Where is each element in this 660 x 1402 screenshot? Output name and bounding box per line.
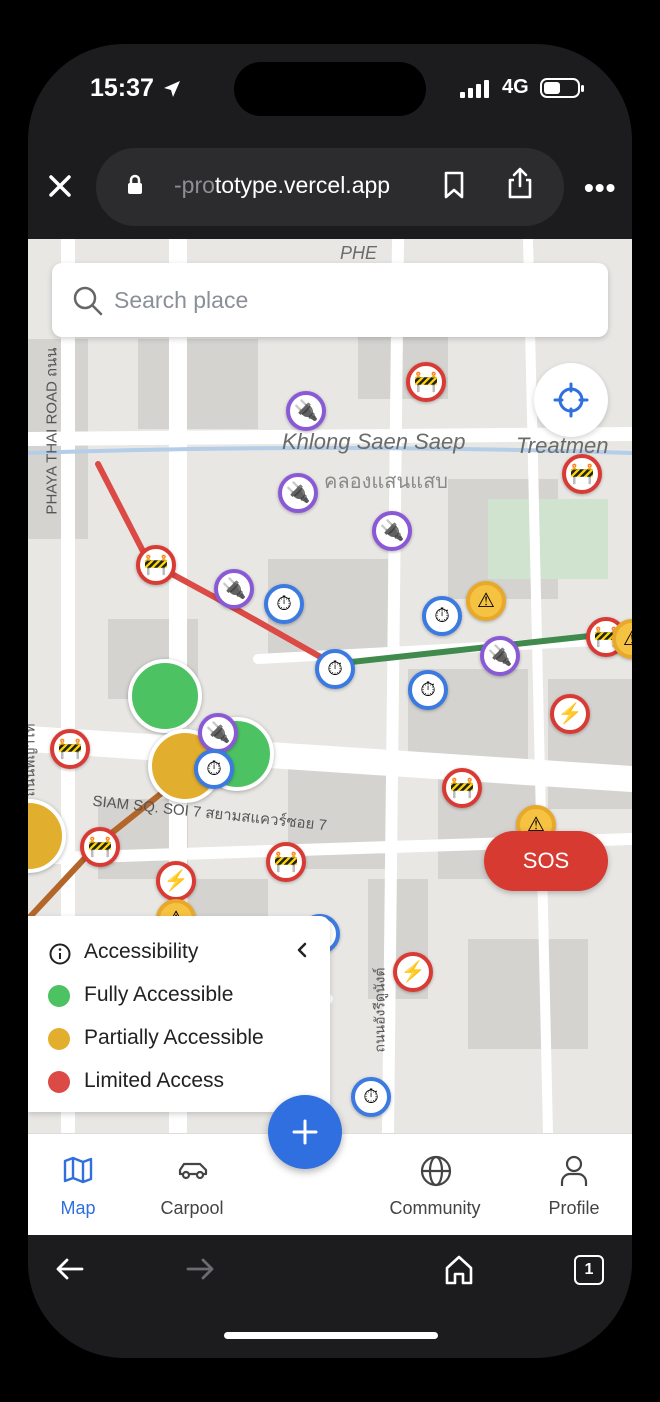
chevron-left-icon[interactable] bbox=[292, 940, 312, 960]
tab-count: 1 bbox=[584, 1261, 594, 1278]
legend-dot-green bbox=[48, 985, 70, 1007]
lightning-icon[interactable]: ⚡ bbox=[156, 861, 196, 901]
roadwork-icon[interactable]: 🚧 bbox=[442, 768, 482, 808]
location-arrow-icon bbox=[164, 81, 180, 97]
forward-arrow-icon[interactable] bbox=[184, 1255, 216, 1283]
stopwatch-icon[interactable]: ⏱ bbox=[408, 670, 448, 710]
legend-label: Limited Access bbox=[84, 1069, 225, 1092]
lock-icon bbox=[128, 174, 142, 194]
network-type: 4G bbox=[502, 76, 529, 98]
plug-icon[interactable]: 🔌 bbox=[278, 473, 318, 513]
accessibility-area-green[interactable] bbox=[128, 659, 202, 733]
browser-toolbar: 1 bbox=[28, 1235, 632, 1305]
dynamic-island bbox=[234, 62, 426, 116]
search-input[interactable]: Search place bbox=[114, 287, 248, 314]
stopwatch-icon[interactable]: ⏱ bbox=[264, 584, 304, 624]
map-icon bbox=[63, 1156, 93, 1184]
globe-icon bbox=[420, 1155, 452, 1187]
roadwork-icon[interactable]: 🚧 bbox=[562, 454, 602, 494]
roadwork-icon[interactable]: 🚧 bbox=[266, 842, 306, 882]
locate-me-button[interactable] bbox=[534, 363, 608, 437]
tabs-button[interactable]: 1 bbox=[574, 1255, 604, 1285]
bookmark-icon[interactable] bbox=[442, 170, 466, 200]
roadwork-icon[interactable]: 🚧 bbox=[136, 545, 176, 585]
warning-icon[interactable]: ⚠ bbox=[466, 581, 506, 621]
accessibility-legend: Accessibility Fully Accessible Partially… bbox=[28, 916, 330, 1112]
legend-label: Fully Accessible bbox=[84, 983, 234, 1006]
tab-label: Profile bbox=[548, 1198, 600, 1218]
add-button[interactable] bbox=[268, 1095, 342, 1169]
tab-carpool[interactable]: Carpool bbox=[132, 1134, 252, 1236]
lightning-icon[interactable]: ⚡ bbox=[393, 952, 433, 992]
map-label-road-phaya: PHAYA THAI ROAD ถนน bbox=[43, 347, 61, 515]
tab-profile[interactable]: Profile bbox=[514, 1134, 632, 1236]
info-icon bbox=[49, 943, 71, 965]
more-icon[interactable]: ••• bbox=[584, 172, 616, 204]
status-time: 15:37 bbox=[90, 74, 154, 102]
back-arrow-icon[interactable] bbox=[54, 1255, 86, 1283]
legend-label: Partially Accessible bbox=[84, 1026, 264, 1049]
roadwork-icon[interactable]: 🚧 bbox=[50, 729, 90, 769]
plus-icon bbox=[292, 1119, 318, 1145]
plug-icon[interactable]: 🔌 bbox=[198, 713, 238, 753]
url-text: -prototype.vercel.app bbox=[174, 172, 391, 198]
tab-label: Map bbox=[60, 1198, 96, 1218]
lightning-icon[interactable]: ⚡ bbox=[550, 694, 590, 734]
stopwatch-icon[interactable]: ⏱ bbox=[194, 749, 234, 789]
stopwatch-icon[interactable]: ⏱ bbox=[315, 649, 355, 689]
stopwatch-icon[interactable]: ⏱ bbox=[351, 1077, 391, 1117]
map-label-treatment: Treatmen bbox=[516, 433, 609, 458]
plug-icon[interactable]: 🔌 bbox=[214, 569, 254, 609]
stopwatch-icon[interactable]: ⏱ bbox=[422, 596, 462, 636]
car-icon bbox=[178, 1162, 208, 1180]
close-icon[interactable] bbox=[42, 168, 78, 204]
map-label-road-left: ถนนพญาไท bbox=[28, 723, 38, 797]
map-label-khlong-th: คลองแสนแสบ bbox=[324, 471, 448, 493]
tab-label: Community bbox=[389, 1198, 481, 1218]
legend-title: Accessibility bbox=[84, 940, 199, 963]
legend-dot-red bbox=[48, 1071, 70, 1093]
tab-community[interactable]: Community bbox=[375, 1134, 495, 1236]
plug-icon[interactable]: 🔌 bbox=[286, 391, 326, 431]
legend-dot-yellow bbox=[48, 1028, 70, 1050]
home-indicator bbox=[224, 1332, 438, 1339]
sos-button[interactable]: SOS bbox=[484, 831, 608, 891]
plug-icon[interactable]: 🔌 bbox=[480, 636, 520, 676]
roadwork-icon[interactable]: 🚧 bbox=[80, 827, 120, 867]
map-label-top: PHE bbox=[340, 243, 378, 263]
tab-map[interactable]: Map bbox=[28, 1134, 138, 1236]
home-icon[interactable] bbox=[442, 1253, 476, 1287]
search-icon bbox=[73, 286, 103, 316]
phone-frame: 15:37 4G -prototype.vercel.app ••• Khlon… bbox=[28, 44, 632, 1358]
battery-icon bbox=[540, 78, 584, 98]
map-label-road-bottom: ถนนอังรีดูนังต์ bbox=[371, 967, 388, 1053]
tab-label: Carpool bbox=[160, 1198, 224, 1218]
share-icon[interactable] bbox=[506, 166, 534, 200]
search-bar[interactable]: Search place bbox=[52, 263, 608, 337]
map-label-khlong-en: Khlong Saen Saep bbox=[282, 429, 466, 454]
signal-icon bbox=[460, 80, 489, 98]
user-icon bbox=[560, 1155, 588, 1186]
plug-icon[interactable]: 🔌 bbox=[372, 511, 412, 551]
roadwork-icon[interactable]: 🚧 bbox=[406, 362, 446, 402]
map-view[interactable]: Khlong Saen Saep Treatmen คลองแสนแสบ PHE… bbox=[28, 239, 632, 1133]
crosshair-icon bbox=[553, 382, 589, 418]
url-bar[interactable]: -prototype.vercel.app bbox=[96, 148, 564, 226]
